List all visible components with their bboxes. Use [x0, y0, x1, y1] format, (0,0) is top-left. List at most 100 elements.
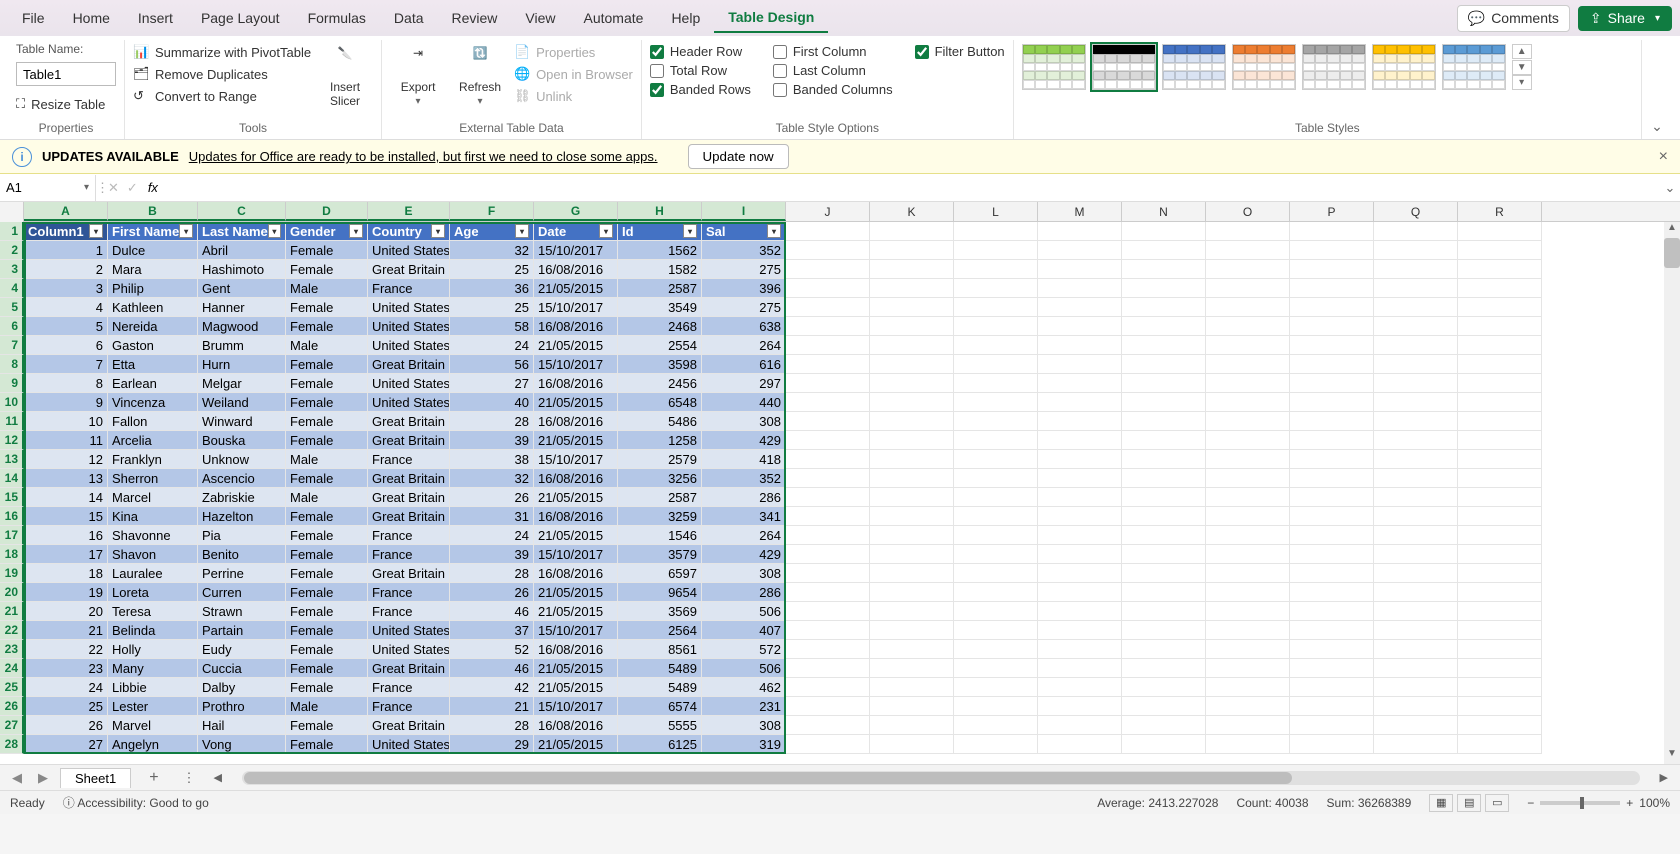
row-header-11[interactable]: 11	[0, 412, 24, 431]
cell[interactable]: 56	[450, 355, 534, 374]
cell[interactable]: Great Britain	[368, 431, 450, 450]
cell[interactable]: Female	[286, 355, 368, 374]
cell[interactable]: Philip	[108, 279, 198, 298]
total-row-checkbox[interactable]: Total Row	[650, 63, 751, 78]
menu-help[interactable]: Help	[657, 4, 714, 32]
column-header-D[interactable]: D	[286, 202, 368, 221]
cell[interactable]: Dulce	[108, 241, 198, 260]
cell[interactable]: 418	[702, 450, 786, 469]
cell[interactable]: 2587	[618, 488, 702, 507]
cell[interactable]: 6597	[618, 564, 702, 583]
cell[interactable]: Loreta	[108, 583, 198, 602]
zoom-out-button[interactable]: −	[1527, 796, 1534, 810]
cell[interactable]: 319	[702, 735, 786, 754]
cell[interactable]: 58	[450, 317, 534, 336]
cell[interactable]: 21/05/2015	[534, 659, 618, 678]
cell[interactable]: United States	[368, 298, 450, 317]
cell[interactable]: 11	[24, 431, 108, 450]
cell[interactable]: 15/10/2017	[534, 355, 618, 374]
scroll-down-icon[interactable]: ▼	[1664, 748, 1680, 764]
column-header-C[interactable]: C	[198, 202, 286, 221]
cell[interactable]: 16/08/2016	[534, 640, 618, 659]
cell[interactable]: 6125	[618, 735, 702, 754]
cell[interactable]: Female	[286, 317, 368, 336]
menu-data[interactable]: Data	[380, 4, 438, 32]
cell[interactable]: Female	[286, 678, 368, 697]
cell[interactable]: 26	[450, 488, 534, 507]
cell[interactable]: Female	[286, 393, 368, 412]
cell[interactable]: Vincenza	[108, 393, 198, 412]
row-header-1[interactable]: 1	[0, 222, 24, 241]
cell[interactable]: Partain	[198, 621, 286, 640]
cell[interactable]: 297	[702, 374, 786, 393]
cell[interactable]: 28	[450, 716, 534, 735]
cell[interactable]: Male	[286, 450, 368, 469]
cell[interactable]: Hail	[198, 716, 286, 735]
cell[interactable]: Franklyn	[108, 450, 198, 469]
column-header-K[interactable]: K	[870, 202, 954, 221]
cell[interactable]: Hashimoto	[198, 260, 286, 279]
cell[interactable]: Male	[286, 488, 368, 507]
column-header-G[interactable]: G	[534, 202, 618, 221]
row-header-17[interactable]: 17	[0, 526, 24, 545]
cell[interactable]: 352	[702, 469, 786, 488]
cell[interactable]: 1582	[618, 260, 702, 279]
cell[interactable]: Female	[286, 640, 368, 659]
cell[interactable]: 264	[702, 336, 786, 355]
hscroll-thumb[interactable]	[244, 772, 1292, 784]
cell[interactable]: Female	[286, 659, 368, 678]
row-header-26[interactable]: 26	[0, 697, 24, 716]
row-header-20[interactable]: 20	[0, 583, 24, 602]
cell[interactable]: Benito	[198, 545, 286, 564]
cell[interactable]: 36	[450, 279, 534, 298]
cell[interactable]: 25	[24, 697, 108, 716]
cancel-icon[interactable]: ✕	[104, 180, 123, 196]
row-header-28[interactable]: 28	[0, 735, 24, 754]
cell[interactable]: Great Britain	[368, 355, 450, 374]
cell[interactable]: 37	[450, 621, 534, 640]
cell[interactable]: Female	[286, 621, 368, 640]
cell[interactable]: 19	[24, 583, 108, 602]
cell[interactable]: 27	[450, 374, 534, 393]
cell[interactable]: 29	[450, 735, 534, 754]
cell[interactable]: 16/08/2016	[534, 469, 618, 488]
cell[interactable]: 8	[24, 374, 108, 393]
cell[interactable]: 24	[450, 336, 534, 355]
cell[interactable]: 16/08/2016	[534, 716, 618, 735]
cell[interactable]: 1546	[618, 526, 702, 545]
cell[interactable]: 5486	[618, 412, 702, 431]
cell[interactable]: 341	[702, 507, 786, 526]
cell[interactable]: Perrine	[198, 564, 286, 583]
cell[interactable]: 28	[450, 564, 534, 583]
cell[interactable]: United States	[368, 336, 450, 355]
cell[interactable]: 506	[702, 602, 786, 621]
cell[interactable]: 8561	[618, 640, 702, 659]
zoom-slider[interactable]	[1540, 801, 1620, 805]
banded-rows-checkbox[interactable]: Banded Rows	[650, 82, 751, 97]
styles-gallery-up[interactable]: ▲	[1512, 44, 1532, 59]
cell[interactable]: Female	[286, 260, 368, 279]
last-column-checkbox[interactable]: Last Column	[773, 63, 893, 78]
cell[interactable]: Melgar	[198, 374, 286, 393]
cell[interactable]: 16/08/2016	[534, 564, 618, 583]
export-button[interactable]: ⇥Export▾	[390, 42, 446, 111]
column-header-A[interactable]: A	[24, 202, 108, 221]
cell[interactable]: Female	[286, 602, 368, 621]
table-style-swatch-6[interactable]	[1442, 44, 1506, 90]
pivot-button[interactable]: 📊Summarize with PivotTable	[133, 44, 311, 60]
zoom-in-button[interactable]: +	[1626, 796, 1633, 810]
cell[interactable]: 1258	[618, 431, 702, 450]
table-style-swatch-5[interactable]	[1372, 44, 1436, 90]
column-header-F[interactable]: F	[450, 202, 534, 221]
column-header-E[interactable]: E	[368, 202, 450, 221]
cell[interactable]: 21/05/2015	[534, 602, 618, 621]
sheet-menu-icon[interactable]: ⋮	[177, 770, 202, 786]
cell[interactable]: Teresa	[108, 602, 198, 621]
cell[interactable]: 15/10/2017	[534, 241, 618, 260]
cell[interactable]: 4	[24, 298, 108, 317]
row-header-21[interactable]: 21	[0, 602, 24, 621]
cell[interactable]: Belinda	[108, 621, 198, 640]
column-header-N[interactable]: N	[1122, 202, 1206, 221]
table-header-last-name[interactable]: Last Name▾	[198, 222, 286, 241]
share-button[interactable]: ⇪ Share ▾	[1578, 6, 1672, 31]
